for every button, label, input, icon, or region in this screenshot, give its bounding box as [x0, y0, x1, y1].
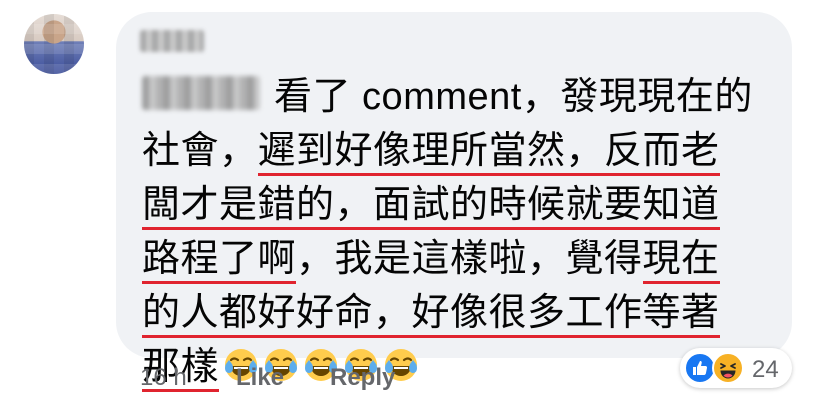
- like-button[interactable]: Like: [236, 364, 284, 392]
- underlined-text-4: 現在: [642, 238, 720, 284]
- reaction-summary[interactable]: 24: [680, 348, 792, 388]
- comment-line-3: 闆才是錯的，面試的時候就要知道: [142, 178, 782, 232]
- comment-text-2: 社會，: [142, 130, 258, 172]
- comment-body: 看了 comment，發現現在的 社會，遲到好像理所當然，反而老 闆才是錯的，面…: [142, 70, 782, 394]
- reply-button[interactable]: Reply: [330, 364, 395, 392]
- commenter-name-redacted[interactable]: [140, 30, 204, 52]
- comment-text-1: 看了 comment，發現現在的: [274, 76, 753, 118]
- comment-line-1: 看了 comment，發現現在的: [142, 70, 782, 124]
- comment-line-5: 的人都好好命，好像很多工作等著: [142, 286, 782, 340]
- haha-icon: [712, 352, 744, 384]
- avatar-pixelation: [24, 14, 84, 74]
- commenter-avatar[interactable]: [24, 14, 84, 74]
- comment-line-2: 社會，遲到好像理所當然，反而老: [142, 124, 782, 178]
- comment-timestamp[interactable]: 16 h: [140, 364, 187, 392]
- underlined-text-1: 遲到好像理所當然，反而老: [257, 130, 720, 176]
- comment-text-3: ，我是這樣啦，覺得: [296, 238, 643, 280]
- underlined-text-2: 闆才是錯的，面試的時候就要知道: [142, 184, 720, 230]
- underlined-text-5: 的人都好好命，好像很多工作等著: [142, 292, 720, 338]
- underlined-text-3: 路程了啊: [142, 238, 297, 284]
- comment-line-4: 路程了啊，我是這樣啦，覺得現在: [142, 232, 782, 286]
- reaction-count: 24: [752, 356, 779, 383]
